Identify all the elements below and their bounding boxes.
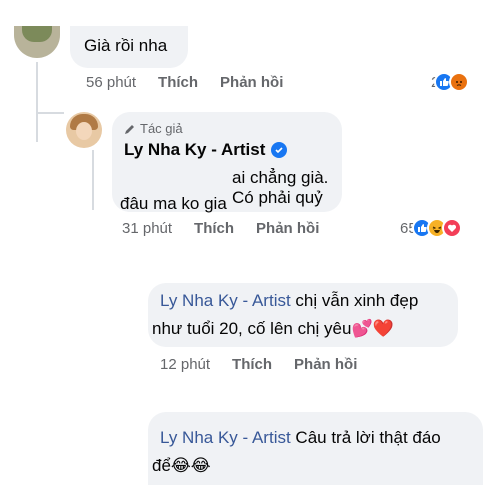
pencil-icon xyxy=(124,122,136,140)
author-name[interactable]: Ly Nha Ky - Artist xyxy=(124,140,288,160)
thread-line-2 xyxy=(92,150,94,210)
angry-icon xyxy=(449,72,470,92)
comment-bubble: Tác giả Ly Nha Ky - Artist ai chẳng già.… xyxy=(112,112,342,213)
thread-line xyxy=(36,62,38,142)
love-icon xyxy=(441,218,462,238)
comment-text-line1: ai chẳng già. Có phải quỷ xyxy=(232,168,329,207)
reaction-summary[interactable]: 2 xyxy=(431,72,470,92)
comment-actions: 56 phút Thích Phản hồi xyxy=(86,74,283,91)
comment-text-line1: Ly Nha Ky - Artist Câu trả lời thật đáo xyxy=(160,428,441,448)
author-avatar[interactable] xyxy=(66,112,102,148)
comment-bubble: Ly Nha Ky - Artist Câu trả lời thật đáo … xyxy=(148,412,483,485)
author-badge: Tác giả xyxy=(140,121,183,136)
commenter-avatar[interactable] xyxy=(14,26,60,58)
like-button[interactable]: Thích xyxy=(194,220,234,237)
reply-button[interactable]: Phản hồi xyxy=(256,220,319,237)
reply-button[interactable]: Phản hồi xyxy=(294,356,357,373)
reply-button[interactable]: Phản hồi xyxy=(220,74,283,91)
reaction-summary[interactable]: 65 xyxy=(400,218,462,238)
comment-actions: 31 phút Thích Phản hồi xyxy=(122,220,319,237)
comment-text-line1: Ly Nha Ky - Artist chị vẫn xinh đẹp xyxy=(160,291,418,311)
comment-text: Già rồi nha xyxy=(84,36,168,55)
author-name-text: Ly Nha Ky - Artist xyxy=(124,140,266,159)
comment-time: 31 phút xyxy=(122,220,173,237)
comment-actions: 12 phút Thích Phản hồi xyxy=(160,356,357,373)
comment-text: chị vẫn xinh đẹp xyxy=(295,291,419,310)
verified-icon xyxy=(271,142,288,158)
comment-bubble: Ly Nha Ky - Artist chị vẫn xinh đẹp như … xyxy=(148,283,458,347)
comment-time: 56 phút xyxy=(86,74,137,91)
comment-time: 12 phút xyxy=(160,356,211,373)
comment-text: Câu trả lời thật đáo xyxy=(295,428,441,447)
comment-text-line2: để😂😂 xyxy=(152,456,211,475)
like-button[interactable]: Thích xyxy=(158,74,198,91)
comment-text-line2: đâu ma ko gia xyxy=(120,194,227,213)
mention-link[interactable]: Ly Nha Ky - Artist xyxy=(160,291,291,310)
like-button[interactable]: Thích xyxy=(232,356,272,373)
mention-link[interactable]: Ly Nha Ky - Artist xyxy=(160,428,291,447)
thread-connector xyxy=(36,112,64,114)
comment-text-line2: như tuổi 20, cố lên chị yêu💕❤️ xyxy=(152,319,394,338)
comment-bubble: Già rồi nha xyxy=(70,26,188,68)
